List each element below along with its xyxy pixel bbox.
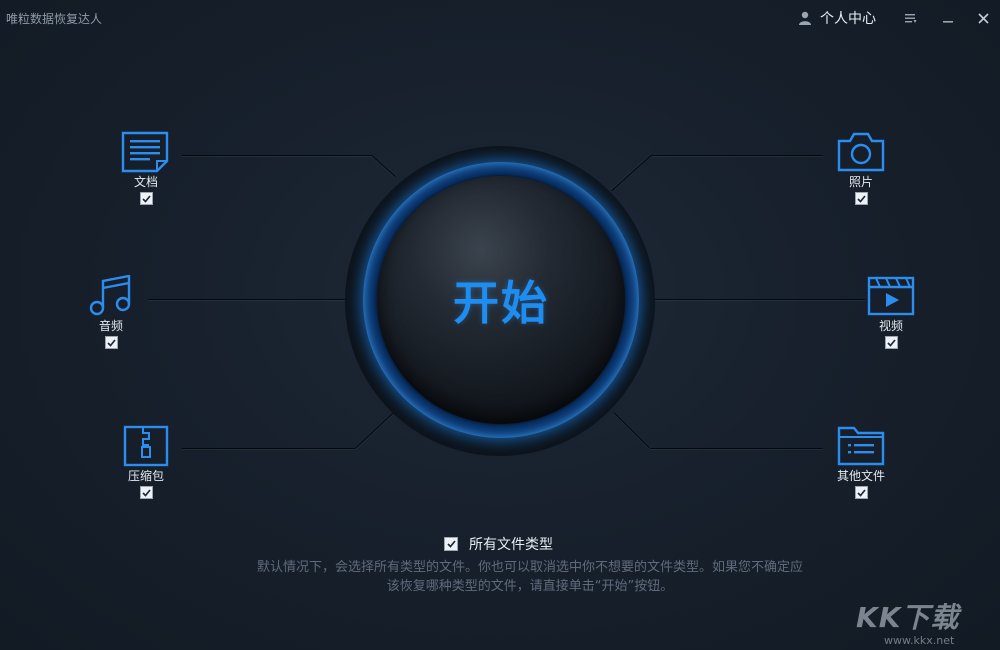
video-button[interactable] <box>866 275 916 317</box>
connector-other <box>650 448 823 449</box>
hint-line-1: 默认情况下，会选择所有类型的文件。你也可以取消选中你不想要的文件类型。如果您不确… <box>256 560 803 575</box>
video-label: 视频 <box>878 319 903 333</box>
video-icon <box>867 276 915 316</box>
connector-audio <box>148 299 348 300</box>
video-checkbox[interactable] <box>884 336 898 349</box>
category-documents: 文档 <box>101 131 191 205</box>
category-audio: 音频 <box>66 275 156 349</box>
connector-video <box>655 299 865 300</box>
audio-checkbox[interactable] <box>104 336 118 349</box>
start-button-label: 开始 <box>453 276 549 330</box>
category-photos: 照片 <box>816 131 906 205</box>
other-files-button[interactable] <box>836 425 886 467</box>
user-icon <box>799 11 811 25</box>
menu-button[interactable] <box>900 8 922 28</box>
check-icon <box>886 338 896 347</box>
check-icon <box>856 194 866 203</box>
app-title: 唯粒数据恢复达人 <box>6 12 103 26</box>
watermark: KK下载 www.kkx.net <box>856 596 996 648</box>
all-file-types-label: 所有文件类型 <box>469 537 553 553</box>
check-icon <box>446 540 456 548</box>
documents-label: 文档 <box>133 175 158 189</box>
connector-other-diag <box>613 412 650 449</box>
document-icon <box>121 131 169 173</box>
menu-icon <box>905 13 917 23</box>
connector-photos <box>652 155 823 156</box>
watermark-url: www.kkx.net <box>884 634 955 647</box>
connector-photos-diag <box>611 154 652 192</box>
camera-icon <box>837 132 885 172</box>
minimize-icon <box>943 21 953 23</box>
photos-checkbox[interactable] <box>854 192 868 205</box>
archives-label: 压缩包 <box>127 469 164 483</box>
zip-icon <box>123 425 169 467</box>
connector-documents <box>182 155 372 156</box>
close-button[interactable] <box>972 8 994 28</box>
minimize-button[interactable] <box>937 8 959 28</box>
user-center-button[interactable]: 个人中心 <box>798 8 876 28</box>
start-button[interactable]: 开始 <box>377 176 625 424</box>
documents-checkbox[interactable] <box>139 192 153 205</box>
check-icon <box>141 194 151 203</box>
category-other-files: 其他文件 <box>816 425 906 499</box>
all-file-types-checkbox[interactable] <box>444 537 458 551</box>
archives-button[interactable] <box>121 425 171 467</box>
title-bar: 唯粒数据恢复达人 个人中心 <box>0 0 1000 34</box>
photos-label: 照片 <box>848 175 873 189</box>
watermark-logo: KK下载 <box>856 601 960 634</box>
connector-archives <box>182 448 355 449</box>
audio-button[interactable] <box>86 275 136 317</box>
audio-label: 音频 <box>98 319 123 333</box>
check-icon <box>856 488 866 497</box>
connector-archives-diag <box>355 412 394 449</box>
category-video: 视频 <box>846 275 936 349</box>
category-archives: 压缩包 <box>101 425 191 499</box>
photos-button[interactable] <box>836 131 886 173</box>
hint-line-2: 该恢复哪种类型的文件，请直接单击“开始”按钮。 <box>386 579 674 594</box>
archives-checkbox[interactable] <box>139 486 153 499</box>
other-files-label: 其他文件 <box>836 469 885 483</box>
check-icon <box>141 488 151 497</box>
folder-icon <box>837 426 885 466</box>
user-center-label: 个人中心 <box>820 11 876 27</box>
documents-button[interactable] <box>121 131 171 173</box>
music-icon <box>89 275 131 316</box>
check-icon <box>106 338 116 347</box>
hint-text: 默认情况下，会选择所有类型的文件。你也可以取消选中你不想要的文件类型。如果您不确… <box>150 558 910 596</box>
connector-documents-diag <box>371 155 396 178</box>
close-icon <box>977 12 989 24</box>
all-file-types-option[interactable]: 所有文件类型 <box>444 534 553 554</box>
other-files-checkbox[interactable] <box>854 486 868 499</box>
